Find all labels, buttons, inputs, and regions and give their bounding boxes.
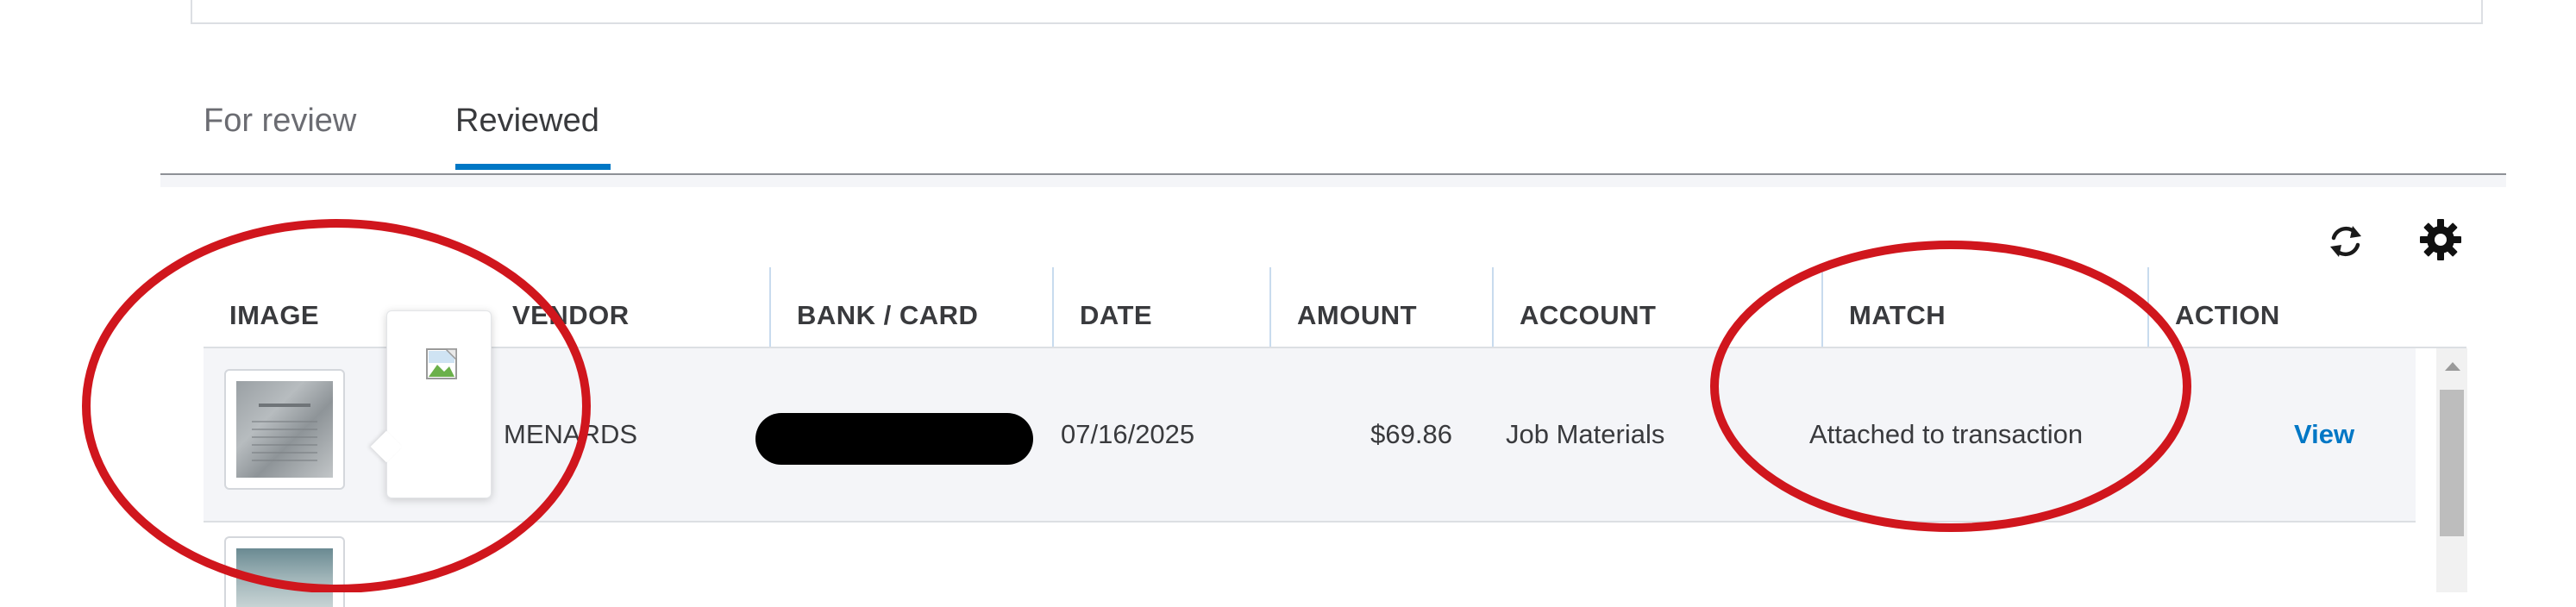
tab-for-review[interactable]: For review bbox=[204, 86, 356, 172]
broken-image-icon bbox=[425, 347, 458, 380]
column-header-amount[interactable]: AMOUNT bbox=[1297, 285, 1417, 347]
active-tab-indicator bbox=[455, 164, 611, 170]
table-scrollbar[interactable] bbox=[2436, 348, 2467, 592]
image-preview-popover bbox=[370, 310, 492, 498]
transactions-table: IMAGE VENDOR BANK / CARD DATE AMOUNT ACC… bbox=[204, 267, 2466, 607]
table-row[interactable] bbox=[204, 523, 2416, 607]
gear-icon[interactable] bbox=[2415, 214, 2466, 266]
column-separator bbox=[1492, 267, 1494, 347]
scroll-up-arrow-icon[interactable] bbox=[2445, 362, 2460, 371]
column-header-account[interactable]: ACCOUNT bbox=[1520, 285, 1657, 347]
refresh-icon[interactable] bbox=[2320, 216, 2372, 267]
date-cell: 07/16/2025 bbox=[1061, 419, 1195, 449]
receipt-image bbox=[236, 548, 333, 607]
column-separator bbox=[1821, 267, 1823, 347]
redacted-bank-card bbox=[755, 413, 1033, 465]
match-cell: Attached to transaction bbox=[1809, 419, 2084, 449]
column-separator bbox=[769, 267, 771, 347]
column-header-action[interactable]: ACTION bbox=[2175, 285, 2280, 347]
scrollbar-thumb[interactable] bbox=[2440, 390, 2464, 536]
top-panel bbox=[191, 0, 2483, 24]
tab-reviewed[interactable]: Reviewed bbox=[455, 86, 599, 172]
account-cell: Job Materials bbox=[1506, 419, 1665, 449]
review-tabs: For review Reviewed bbox=[160, 86, 2506, 176]
column-separator bbox=[2147, 267, 2149, 347]
column-header-vendor[interactable]: VENDOR bbox=[512, 285, 630, 347]
column-separator bbox=[1269, 267, 1271, 347]
column-header-match[interactable]: MATCH bbox=[1849, 285, 1946, 347]
receipt-thumbnail[interactable] bbox=[224, 536, 345, 607]
column-header-image[interactable]: IMAGE bbox=[229, 285, 319, 347]
table-header: IMAGE VENDOR BANK / CARD DATE AMOUNT ACC… bbox=[204, 267, 2466, 347]
view-link[interactable]: View bbox=[2294, 348, 2354, 521]
receipt-image bbox=[236, 381, 333, 478]
toolbar-band bbox=[160, 175, 2506, 187]
column-header-bank-card[interactable]: BANK / CARD bbox=[797, 285, 978, 347]
receipt-thumbnail[interactable] bbox=[224, 369, 345, 490]
column-separator bbox=[1052, 267, 1054, 347]
vendor-cell: MENARDS bbox=[504, 419, 638, 449]
amount-cell: $69.86 bbox=[1370, 419, 1452, 449]
table-row[interactable]: MENARDS 07/16/2025 $69.86 Job Materials … bbox=[204, 348, 2416, 523]
column-header-date[interactable]: DATE bbox=[1080, 285, 1152, 347]
